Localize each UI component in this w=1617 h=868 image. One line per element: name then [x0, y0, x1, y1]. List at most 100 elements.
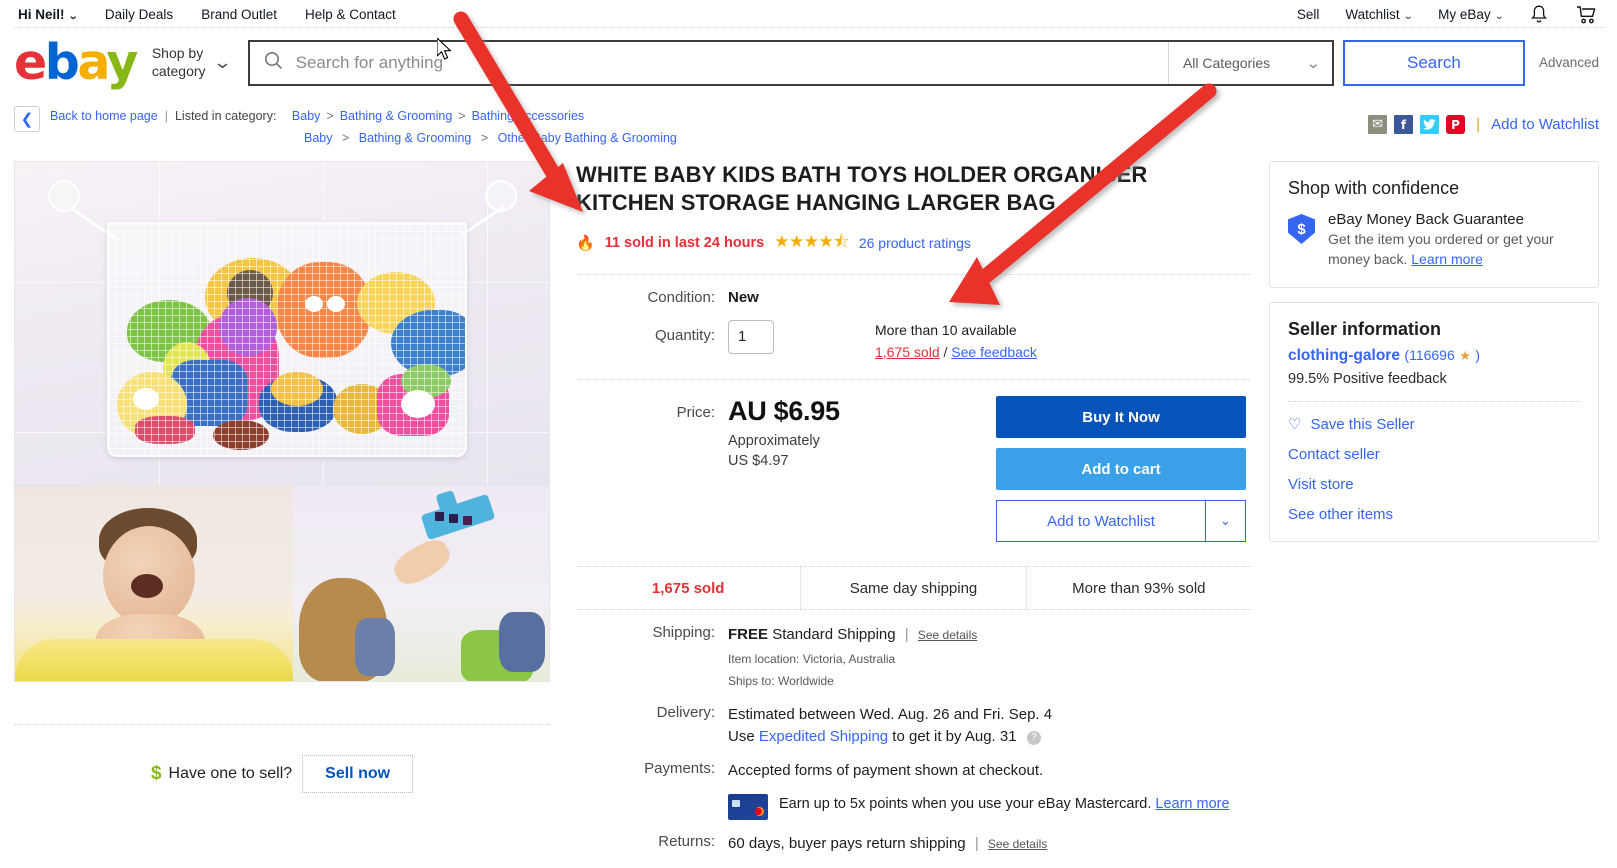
greeting-menu[interactable]: Hi Neil! ⌄: [18, 7, 78, 22]
sold-last-24-hours: 11 sold in last 24 hours: [604, 235, 765, 252]
category-select[interactable]: All Categories ⌄: [1167, 41, 1332, 84]
availability-block: More than 10 available 1,675 sold / See …: [875, 320, 1037, 363]
product-ratings-link[interactable]: 26 product ratings: [859, 235, 971, 251]
help-icon[interactable]: ?: [1026, 730, 1041, 745]
seller-links: ♡ Save this Seller Contact seller Visit s…: [1288, 415, 1580, 523]
ebay-logo[interactable]: ebay: [14, 38, 138, 87]
advanced-search-link[interactable]: Advanced: [1539, 55, 1599, 70]
seller-card-divider: [1288, 401, 1580, 403]
notifications-bell-icon[interactable]: [1529, 4, 1549, 25]
utility-bar: Hi Neil! ⌄ Daily Deals Brand Outlet Help …: [0, 0, 1617, 28]
see-feedback-link[interactable]: See feedback: [951, 344, 1037, 360]
delivery-expedited-line: Use Expedited Shipping to get it by Aug.…: [728, 726, 1052, 748]
email-share-icon[interactable]: ✉: [1368, 115, 1388, 134]
sold-feedback-line: 1,675 sold / See feedback: [875, 342, 1037, 364]
sold-count-link[interactable]: 1,675 sold: [875, 344, 940, 360]
save-this-seller-link[interactable]: ♡ Save this Seller: [1288, 415, 1580, 433]
expedited-shipping-link[interactable]: Expedited Shipping: [759, 728, 888, 745]
money-back-title: eBay Money Back Guarantee: [1328, 211, 1524, 228]
stat-percent-sold: More than 93% sold: [1072, 579, 1206, 597]
listing-details: WHITE BABY KIDS BATH TOYS HOLDER ORGANIS…: [550, 161, 1269, 868]
returns-row: Returns: 60 days, buyer pays return ship…: [576, 833, 1251, 855]
star-rating-full: ★★★★: [774, 231, 834, 251]
suction-cup-left-icon: [48, 180, 80, 212]
daily-deals-link[interactable]: Daily Deals: [105, 7, 173, 22]
sell-link[interactable]: Sell: [1297, 7, 1320, 22]
star-rating: ★★★★⯪: [774, 229, 849, 258]
add-to-cart-button[interactable]: Add to cart: [996, 448, 1246, 491]
price-and-actions: Price: AU $6.95 Approximately US $4.97 Bu…: [576, 380, 1251, 543]
see-other-items-link[interactable]: See other items: [1288, 506, 1580, 523]
share-row: ✉ f P | Add to Watchlist: [1368, 105, 1599, 134]
breadcrumb-separator: >: [458, 109, 466, 123]
money-back-learn-more-link[interactable]: Learn more: [1411, 251, 1483, 267]
sell-now-button[interactable]: Sell now: [302, 755, 414, 793]
help-contact-link[interactable]: Help & Contact: [305, 7, 396, 22]
quantity-input[interactable]: [728, 319, 774, 354]
search-field[interactable]: [250, 42, 1168, 84]
breadcrumb-baby-1[interactable]: Baby: [292, 105, 321, 127]
delivery-label: Delivery:: [656, 703, 715, 721]
have-one-to-sell-strip: $ Have one to sell? Sell now: [14, 724, 550, 793]
seller-information-heading: Seller information: [1288, 319, 1442, 340]
breadcrumb: Back to home page | Listed in category: …: [50, 105, 677, 149]
shopping-cart-icon[interactable]: [1575, 4, 1599, 25]
breadcrumb-bathing-grooming-2[interactable]: Bathing & Grooming: [359, 131, 472, 145]
breadcrumb-other-baby-bathing[interactable]: Other Baby Bathing & Grooming: [498, 131, 677, 145]
watchlist-label: Watchlist: [1345, 6, 1400, 22]
availability-text: More than 10 available: [875, 321, 1017, 338]
breadcrumb-bathing-grooming-1[interactable]: Bathing & Grooming: [340, 105, 453, 127]
flame-icon: 🔥: [576, 235, 595, 253]
chevron-down-icon: ⌄: [1306, 54, 1322, 72]
breadcrumb-spacer: [282, 105, 285, 127]
mastercard-icon: [728, 794, 768, 821]
brand-outlet-link[interactable]: Brand Outlet: [201, 7, 277, 22]
mastercard-learn-more-link[interactable]: Learn more: [1155, 796, 1229, 812]
returns-pipe: |: [974, 835, 979, 853]
pinterest-share-icon[interactable]: P: [1446, 115, 1466, 134]
delivery-value: Estimated between Wed. Aug. 26 and Fri. …: [728, 704, 1052, 748]
save-this-seller-label: Save this Seller: [1310, 416, 1415, 434]
condition-value: New: [728, 288, 759, 306]
product-main-image[interactable]: [14, 161, 550, 486]
delivery-rest-label: to get it by Aug. 31: [892, 727, 1017, 745]
watchlist-menu[interactable]: Watchlist ⌄: [1345, 6, 1413, 22]
shipping-pipe: |: [904, 626, 909, 644]
seller-name-link[interactable]: clothing-galore: [1288, 347, 1400, 364]
buy-it-now-button[interactable]: Buy It Now: [996, 396, 1246, 439]
shop-by-category-label: Shop by category: [152, 45, 206, 80]
payments-label: Payments:: [644, 760, 715, 778]
breadcrumb-separator: >: [326, 109, 334, 123]
search-input[interactable]: [293, 51, 1168, 74]
mouse-cursor: [437, 38, 452, 60]
payments-value: Accepted forms of payment shown at check…: [728, 762, 1044, 780]
utility-bar-divider: [14, 27, 1603, 28]
mesh-bath-toy-bag: [107, 222, 467, 457]
product-secondary-image[interactable]: [14, 486, 550, 682]
price-values: AU $6.95 Approximately US $4.97: [728, 396, 840, 542]
contact-seller-link[interactable]: Contact seller: [1288, 446, 1580, 463]
my-ebay-menu[interactable]: My eBay ⌄: [1438, 7, 1505, 22]
back-to-home-page-link[interactable]: Back to home page: [50, 105, 158, 127]
watchlist-dropdown-button[interactable]: ⌄: [1206, 500, 1246, 543]
visit-store-link[interactable]: Visit store: [1288, 476, 1580, 493]
breadcrumb-line-2: Baby > Bathing & Grooming > Other Baby B…: [50, 127, 677, 149]
item-location-label: Item location:: [728, 652, 800, 666]
breadcrumb-bathing-accessories[interactable]: Bathing Accessories: [472, 105, 585, 127]
add-to-watchlist-top-link[interactable]: Add to Watchlist: [1491, 116, 1599, 133]
seller-name-row: clothing-galore (116696 ★ ): [1288, 347, 1580, 365]
breadcrumb-baby-2[interactable]: Baby: [304, 131, 333, 145]
listed-in-category-label: Listed in category:: [174, 109, 277, 123]
back-button[interactable]: ❮: [14, 106, 40, 132]
seller-paren-close: ): [1475, 347, 1480, 364]
add-to-watchlist-button[interactable]: Add to Watchlist: [996, 500, 1206, 543]
shipping-row: Shipping: FREE Standard Shipping | See d…: [576, 624, 1251, 691]
facebook-share-icon[interactable]: f: [1394, 115, 1414, 134]
shop-by-category-menu[interactable]: Shop by category ⌄: [152, 45, 232, 80]
chevron-down-icon: ⌄: [1493, 10, 1505, 22]
shop-by-line2: category: [151, 62, 206, 79]
twitter-share-icon[interactable]: [1420, 115, 1440, 134]
shipping-see-details-link[interactable]: See details: [918, 628, 977, 642]
search-button[interactable]: Search: [1342, 39, 1525, 86]
returns-see-details-link[interactable]: See details: [988, 837, 1047, 851]
